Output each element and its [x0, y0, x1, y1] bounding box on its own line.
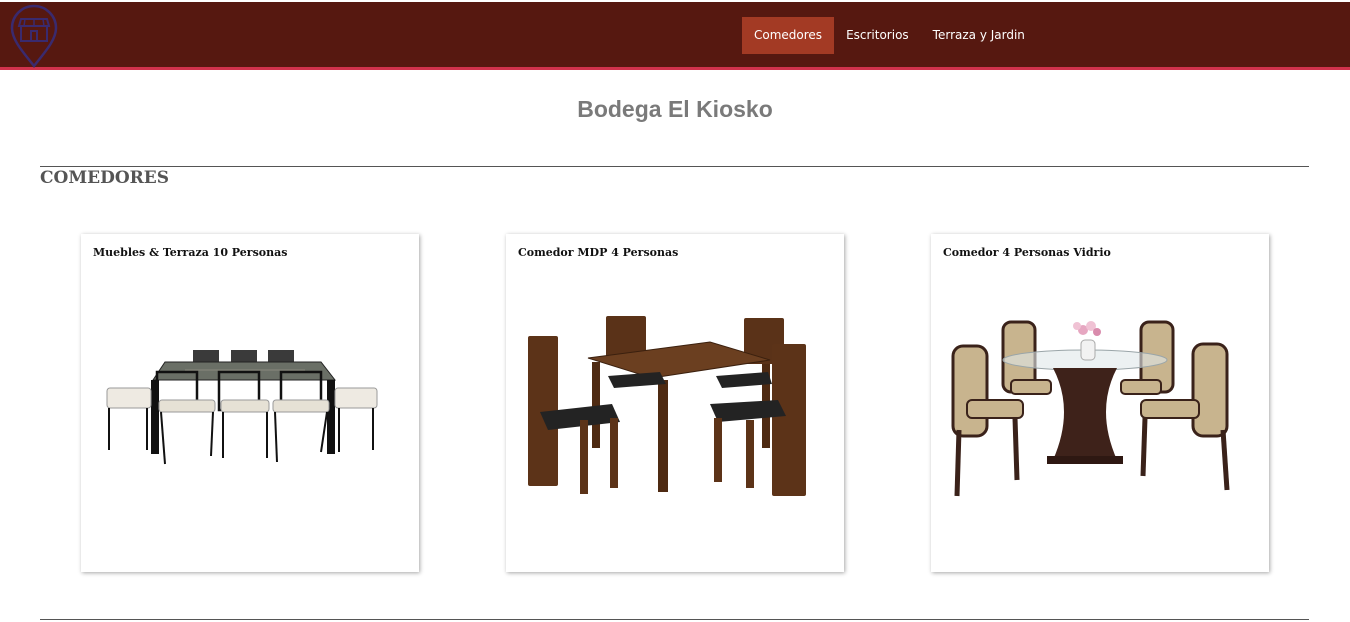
main-nav: Comedores Escritorios Terraza y Jardin — [742, 17, 1037, 54]
section-divider-top — [40, 166, 1309, 167]
section-divider-bottom — [40, 619, 1309, 620]
glass-dining-set-4-image[interactable] — [945, 300, 1255, 540]
product-card-comedor-vidrio[interactable]: Comedor 4 Personas Vidrio — [931, 234, 1269, 572]
nav-item-escritorios[interactable]: Escritorios — [834, 17, 921, 54]
outdoor-dining-set-10-image[interactable] — [95, 300, 405, 540]
product-title: Muebles & Terraza 10 Personas — [93, 246, 288, 259]
nav-item-comedores[interactable]: Comedores — [742, 17, 835, 54]
wood-dining-set-4-image[interactable] — [520, 300, 830, 540]
product-title: Comedor MDP 4 Personas — [518, 246, 679, 259]
product-title: Comedor 4 Personas Vidrio — [943, 246, 1111, 259]
section-heading: COMEDORES — [40, 168, 170, 188]
top-navbar: Comedores Escritorios Terraza y Jardin — [0, 2, 1350, 70]
product-card-muebles-terraza[interactable]: Muebles & Terraza 10 Personas — [81, 234, 419, 572]
page-title: Bodega El Kiosko — [577, 96, 773, 122]
nav-item-terraza-jardin[interactable]: Terraza y Jardin — [921, 17, 1037, 54]
store-location-pin-icon[interactable] — [9, 4, 59, 68]
product-card-comedor-mdp[interactable]: Comedor MDP 4 Personas — [506, 234, 844, 572]
